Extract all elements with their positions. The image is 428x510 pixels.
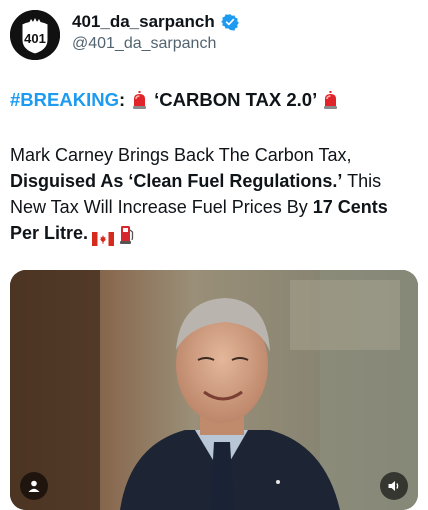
canada-flag-icon (92, 227, 115, 247)
display-name[interactable]: 401_da_sarpanch (72, 12, 215, 32)
tweet-body: Mark Carney Brings Back The Carbon Tax, … (10, 142, 418, 247)
route-401-shield-icon: 401 (10, 10, 60, 60)
body-text-part1: Mark Carney Brings Back The Carbon Tax, (10, 145, 352, 165)
avatar[interactable]: 401 (10, 10, 60, 60)
person-icon (28, 480, 40, 492)
headline-text: ‘CARBON TAX 2.0’ (154, 89, 318, 110)
rotating-light-icon (322, 90, 339, 110)
mute-button[interactable] (380, 472, 408, 500)
rotating-light-icon (131, 90, 148, 110)
speaker-icon (388, 481, 399, 491)
photo-image (10, 270, 418, 510)
author-names: 401_da_sarpanch @401_da_sarpanch (72, 12, 239, 53)
fuel-pump-icon (120, 224, 134, 245)
headline-line: #BREAKING: ‘CARBON TAX 2.0’ (10, 88, 418, 112)
tagged-users-button[interactable] (20, 472, 48, 500)
headline-separator: : (118, 89, 126, 110)
verified-badge-icon (220, 13, 239, 31)
handle[interactable]: @401_da_sarpanch (72, 35, 239, 53)
svg-text:401: 401 (24, 31, 46, 46)
body-text-bold1: Disguised As ‘Clean Fuel Regulations.’ (10, 171, 343, 191)
tweet-header: 401 401_da_sarpanch @401_da_sarpanch (10, 8, 418, 60)
hashtag-link[interactable]: #BREAKING (10, 88, 119, 112)
tweet-photo[interactable] (10, 270, 418, 510)
